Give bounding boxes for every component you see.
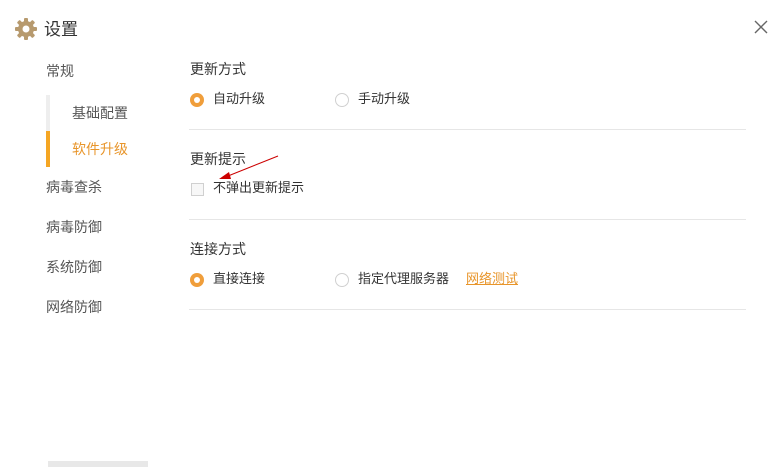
radio-proxy-server-label: 指定代理服务器 (358, 272, 450, 287)
radio-auto-upgrade-label: 自动升级 (213, 92, 266, 107)
checkbox-no-update-popup-box[interactable] (191, 182, 204, 196)
sidebar-item-virus-defense[interactable]: 病毒防御 (46, 218, 102, 238)
radio-manual-upgrade-indicator[interactable] (335, 93, 349, 107)
update-prompt-title: 更新提示 (190, 152, 246, 168)
submenu-active-indicator (46, 131, 50, 167)
sidebar-subitem-software-upgrade[interactable]: 软件升级 (72, 140, 128, 160)
checkbox-no-update-popup-label: 不弹出更新提示 (213, 181, 305, 196)
sidebar-item-network-defense[interactable]: 网络防御 (46, 298, 102, 318)
radio-auto-upgrade-indicator[interactable] (190, 93, 204, 107)
checkbox-no-update-popup[interactable]: 不弹出更新提示 (191, 180, 304, 198)
sidebar-item-virus-scan[interactable]: 病毒查杀 (46, 178, 102, 198)
radio-direct-connection[interactable]: 直接连接 (190, 271, 265, 289)
section-divider (189, 219, 746, 220)
window-title: 设置 (44, 20, 78, 40)
horizontal-scrollbar[interactable] (48, 461, 148, 467)
section-divider (189, 309, 746, 310)
radio-auto-upgrade[interactable]: 自动升级 (190, 91, 265, 109)
radio-direct-connection-label: 直接连接 (213, 272, 266, 287)
radio-manual-upgrade[interactable]: 手动升级 (335, 91, 410, 109)
radio-proxy-server-indicator[interactable] (335, 273, 349, 287)
close-icon[interactable] (750, 16, 772, 38)
title-bar: 设置 (0, 0, 780, 60)
network-test-link[interactable]: 网络测试 (466, 271, 518, 289)
sidebar-subitem-basic-config[interactable]: 基础配置 (72, 104, 128, 124)
sidebar-item-system-defense[interactable]: 系统防御 (46, 258, 102, 278)
connection-mode-title: 连接方式 (190, 242, 246, 258)
sidebar-item-general[interactable]: 常规 (46, 62, 74, 82)
gear-icon (15, 18, 37, 40)
radio-proxy-server[interactable]: 指定代理服务器 (335, 271, 449, 289)
section-divider (189, 129, 746, 130)
radio-direct-connection-indicator[interactable] (190, 273, 204, 287)
radio-manual-upgrade-label: 手动升级 (358, 92, 411, 107)
update-mode-title: 更新方式 (190, 62, 246, 78)
